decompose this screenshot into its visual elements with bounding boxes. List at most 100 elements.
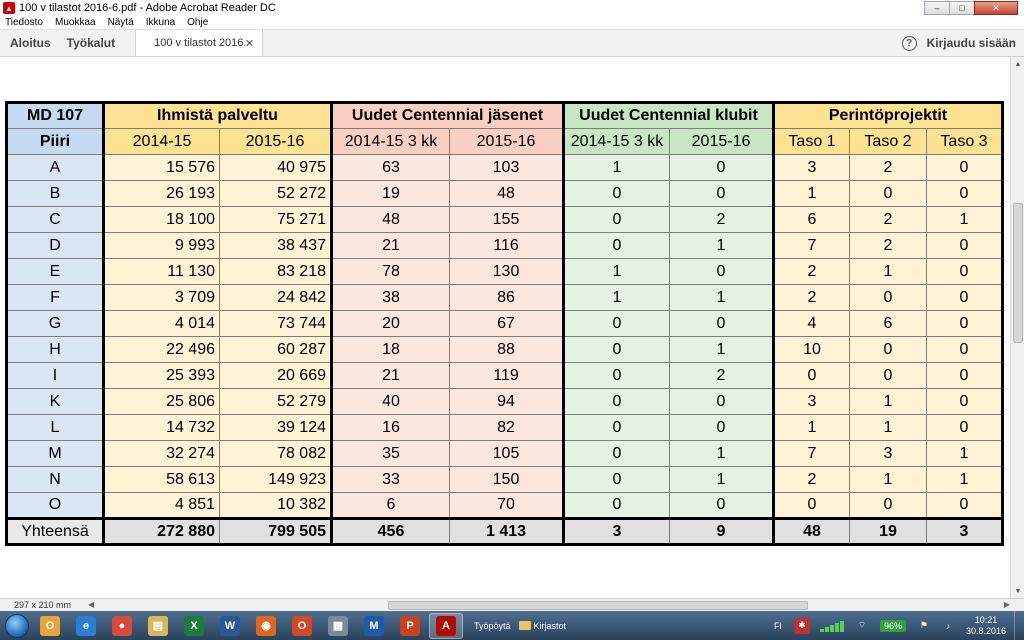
signal-strength-icon[interactable] <box>819 620 844 632</box>
show-desktop-button[interactable] <box>1014 611 1024 640</box>
new-clubs-2014-15: 0 <box>562 492 670 519</box>
vertical-scrollbar[interactable]: ▲ ▼ <box>1010 57 1024 598</box>
sign-in-link[interactable]: Kirjaudu sisään <box>927 36 1016 50</box>
calculator-app-button[interactable]: ▦ <box>321 613 355 639</box>
district-name: H <box>5 336 104 363</box>
minimize-button[interactable]: – <box>924 1 950 15</box>
new-clubs-2015-16: 2 <box>669 206 774 233</box>
menu-window[interactable]: Ikkuna <box>140 17 181 28</box>
ie-app-button[interactable]: e <box>69 613 103 639</box>
flag-icon[interactable]: ⚑ <box>916 618 932 634</box>
chrome-app-button[interactable]: ● <box>105 613 139 639</box>
new-clubs-2014-15: 1 <box>562 154 670 181</box>
sub-header: 2015-16 <box>219 128 332 155</box>
tab-tools[interactable]: Työkalut <box>59 30 123 56</box>
antivirus-icon[interactable]: ✱ <box>793 617 810 634</box>
sub-header-row: Piiri 2014-15 2015-16 2014-15 3 kk 2015-… <box>5 128 1004 155</box>
district-name: B <box>5 180 104 207</box>
word-app-button[interactable]: W <box>213 613 247 639</box>
page-size: 297 x 210 mm <box>14 600 72 610</box>
new-members-2014-15: 16 <box>330 414 450 441</box>
legacy-level-3: 0 <box>926 180 1004 207</box>
firefox-app-button[interactable]: ◉ <box>249 613 283 639</box>
menu-file[interactable]: Tiedosto <box>0 17 49 28</box>
clock[interactable]: 10:21 30.8.2016 <box>966 615 1006 637</box>
group-header-legacy-projects: Perintöprojektit <box>772 101 1004 129</box>
legacy-level-1: 2 <box>772 258 850 285</box>
sub-header: Taso 1 <box>772 128 850 155</box>
start-button[interactable] <box>2 612 32 640</box>
legacy-level-2: 0 <box>849 284 927 311</box>
district-name: N <box>5 466 104 493</box>
desktop-toolbar[interactable]: Työpöytä <box>474 621 511 631</box>
people-served-2014-15: 26 193 <box>102 180 220 207</box>
scroll-left-arrow-icon[interactable]: ◀ <box>88 600 94 609</box>
scroll-right-arrow-icon[interactable]: ▶ <box>1004 600 1010 609</box>
table-row: H 22 496 60 287 18 88 0 1 10 0 0 <box>5 336 1004 363</box>
horizontal-scrollbar[interactable]: ◀ ▶ <box>88 600 1010 611</box>
outlook-app-icon: O <box>40 615 60 636</box>
menu-help[interactable]: Ohje <box>181 17 214 28</box>
battery-indicator[interactable]: 96% <box>879 619 906 632</box>
acrobat-app-button[interactable]: A <box>429 612 463 639</box>
new-members-2014-15: 18 <box>330 336 450 363</box>
new-clubs-2015-16: 0 <box>669 492 774 519</box>
new-clubs-2014-15: 0 <box>562 336 670 363</box>
total-row: Yhteensä 272 880 799 505 456 1 413 3 9 48 19 3 <box>5 517 1004 546</box>
outlook-app-button[interactable]: O <box>33 613 67 639</box>
new-members-2015-16: 150 <box>449 466 564 493</box>
new-clubs-2015-16: 0 <box>669 154 774 181</box>
language-indicator[interactable]: FI <box>774 621 782 631</box>
acrobat-app-icon: ▲ <box>3 2 15 14</box>
vertical-scroll-thumb[interactable] <box>1013 203 1023 343</box>
legacy-level-3: 1 <box>926 466 1004 493</box>
legacy-level-3: 0 <box>926 492 1004 519</box>
district-name: M <box>5 440 104 467</box>
legacy-level-3: 0 <box>926 154 1004 181</box>
new-clubs-2014-15: 1 <box>562 258 670 285</box>
new-members-2014-15: 33 <box>330 466 450 493</box>
new-members-2014-15: 40 <box>330 388 450 415</box>
taskbar-apps: Oe ● ▤ X W ◉ O ▦ M P A <box>32 612 464 639</box>
maximize-button[interactable]: □ <box>949 1 975 15</box>
new-members-2015-16: 119 <box>449 362 564 389</box>
tab-bar-right: ? Kirjaudu sisään <box>901 30 1024 56</box>
table-row: E 11 130 83 218 78 130 1 0 2 1 0 <box>5 258 1004 285</box>
scroll-down-arrow-icon[interactable]: ▼ <box>1011 584 1024 598</box>
libraries-toolbar[interactable]: Kirjastot <box>534 621 567 631</box>
district-name: C <box>5 206 104 233</box>
legacy-level-3: 0 <box>926 284 1004 311</box>
district-name: O <box>5 492 104 519</box>
mail-app-button[interactable]: M <box>357 613 391 639</box>
district-name: K <box>5 388 104 415</box>
windows-logo-icon <box>5 613 29 638</box>
document-view[interactable]: MD 107 Ihmistä palveltu Uudet Centennial… <box>0 57 1010 598</box>
people-served-2014-15: 15 576 <box>102 154 220 181</box>
people-served-2014-15: 4 851 <box>102 492 220 519</box>
close-tab-icon[interactable]: ✕ <box>245 37 254 50</box>
wireless-icon[interactable]: ⌔ <box>854 618 870 634</box>
tab-document[interactable]: 100 v tilastot 2016... ✕ <box>135 30 264 56</box>
people-served-2015-16: 75 271 <box>219 206 332 233</box>
total-legacy-level-3: 3 <box>926 517 1004 546</box>
tab-home[interactable]: Aloitus <box>0 30 59 56</box>
excel-app-button[interactable]: X <box>177 613 211 639</box>
volume-icon[interactable]: ♪ <box>940 618 956 634</box>
menu-edit[interactable]: Muokkaa <box>49 17 102 28</box>
horizontal-scroll-thumb[interactable] <box>388 600 808 610</box>
new-members-2015-16: 105 <box>449 440 564 467</box>
office-app-button[interactable]: O <box>285 613 319 639</box>
new-clubs-2015-16: 0 <box>669 414 774 441</box>
new-members-2014-15: 21 <box>330 232 450 259</box>
explorer-app-button[interactable]: ▤ <box>141 613 175 639</box>
close-window-button[interactable]: ✕ <box>974 1 1018 15</box>
mail-app-icon: M <box>364 615 384 636</box>
district-name: D <box>5 232 104 259</box>
total-legacy-level-2: 19 <box>849 517 927 546</box>
menu-view[interactable]: Näytä <box>102 17 140 28</box>
help-icon[interactable]: ? <box>901 35 917 51</box>
menu-bar: Tiedosto Muokkaa Näytä Ikkuna Ohje <box>0 16 1024 30</box>
legacy-level-3: 0 <box>926 362 1004 389</box>
powerpoint-app-button[interactable]: P <box>393 613 427 639</box>
scroll-up-arrow-icon[interactable]: ▲ <box>1011 57 1024 71</box>
